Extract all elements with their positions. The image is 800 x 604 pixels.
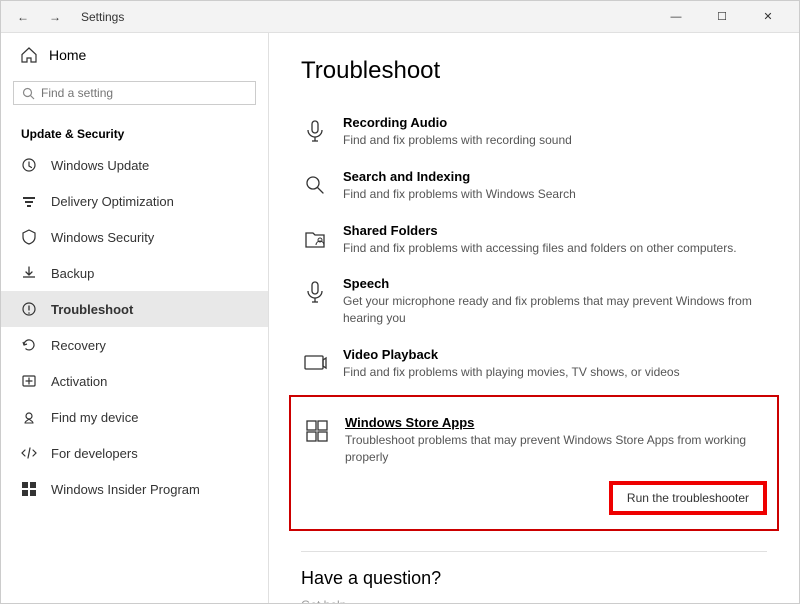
find-device-icon xyxy=(21,409,37,425)
windows-insider-label: Windows Insider Program xyxy=(51,482,200,497)
settings-window: ← → Settings — ☐ ✕ Home xyxy=(0,0,800,604)
nav-controls: ← → xyxy=(9,6,69,28)
windows-store-apps-icon xyxy=(303,417,331,445)
run-troubleshooter-button[interactable]: Run the troubleshooter xyxy=(611,483,765,513)
video-playback-icon xyxy=(301,349,329,377)
delivery-optimization-icon xyxy=(21,193,37,209)
search-indexing-title: Search and Indexing xyxy=(343,169,767,184)
run-btn-wrapper: Run the troubleshooter xyxy=(303,475,765,521)
sidebar-item-home[interactable]: Home xyxy=(1,33,268,77)
find-my-device-label: Find my device xyxy=(51,410,138,425)
backup-label: Backup xyxy=(51,266,94,281)
recording-audio-title: Recording Audio xyxy=(343,115,767,130)
maximize-button[interactable]: ☐ xyxy=(699,1,745,33)
windows-security-icon xyxy=(21,229,37,245)
search-indexing-item: Search and Indexing Find and fix problem… xyxy=(301,159,767,213)
search-input[interactable] xyxy=(41,86,247,100)
shared-folders-title: Shared Folders xyxy=(343,223,767,238)
home-label: Home xyxy=(49,47,86,63)
for-developers-label: For developers xyxy=(51,446,138,461)
close-button[interactable]: ✕ xyxy=(745,1,791,33)
sidebar-item-troubleshoot[interactable]: Troubleshoot xyxy=(1,291,268,327)
recovery-label: Recovery xyxy=(51,338,106,353)
window-controls: — ☐ ✕ xyxy=(653,1,791,33)
video-playback-desc: Find and fix problems with playing movie… xyxy=(343,364,767,381)
have-a-question-section: Have a question? Get help xyxy=(301,551,767,603)
shared-folders-desc: Find and fix problems with accessing fil… xyxy=(343,240,767,257)
activation-label: Activation xyxy=(51,374,107,389)
search-indexing-text: Search and Indexing Find and fix problem… xyxy=(343,169,767,203)
search-indexing-icon xyxy=(301,171,329,199)
video-playback-text: Video Playback Find and fix problems wit… xyxy=(343,347,767,381)
shared-folders-icon xyxy=(301,225,329,253)
recording-audio-desc: Find and fix problems with recording sou… xyxy=(343,132,767,149)
windows-store-apps-item: Windows Store Apps Troubleshoot problems… xyxy=(303,405,765,476)
recording-audio-item: Recording Audio Find and fix problems wi… xyxy=(301,105,767,159)
recording-audio-icon xyxy=(301,117,329,145)
page-title: Troubleshoot xyxy=(301,57,767,85)
shared-folders-item: Shared Folders Find and fix problems wit… xyxy=(301,213,767,267)
windows-store-apps-container: Windows Store Apps Troubleshoot problems… xyxy=(289,395,779,532)
speech-icon xyxy=(301,278,329,306)
search-box[interactable] xyxy=(13,81,256,105)
sidebar-item-find-my-device[interactable]: Find my device xyxy=(1,399,268,435)
speech-item: Speech Get your microphone ready and fix… xyxy=(301,266,767,337)
back-button[interactable]: ← xyxy=(9,6,37,28)
search-indexing-desc: Find and fix problems with Windows Searc… xyxy=(343,186,767,203)
troubleshoot-label: Troubleshoot xyxy=(51,302,133,317)
section-header: Update & Security xyxy=(1,117,268,147)
sidebar-item-recovery[interactable]: Recovery xyxy=(1,327,268,363)
sidebar-item-windows-security[interactable]: Windows Security xyxy=(1,219,268,255)
delivery-optimization-label: Delivery Optimization xyxy=(51,194,174,209)
windows-insider-icon xyxy=(21,481,37,497)
shared-folders-text: Shared Folders Find and fix problems wit… xyxy=(343,223,767,257)
sidebar-item-backup[interactable]: Backup xyxy=(1,255,268,291)
windows-update-label: Windows Update xyxy=(51,158,149,173)
video-playback-item: Video Playback Find and fix problems wit… xyxy=(301,337,767,391)
window-title: Settings xyxy=(77,10,653,24)
home-icon xyxy=(21,47,37,63)
speech-title: Speech xyxy=(343,276,767,291)
sidebar-item-for-developers[interactable]: For developers xyxy=(1,435,268,471)
troubleshoot-icon xyxy=(21,301,37,317)
speech-text: Speech Get your microphone ready and fix… xyxy=(343,276,767,327)
windows-store-apps-title: Windows Store Apps xyxy=(345,415,765,430)
titlebar: ← → Settings — ☐ ✕ xyxy=(1,1,799,33)
backup-icon xyxy=(21,265,37,281)
sidebar-item-windows-insider[interactable]: Windows Insider Program xyxy=(1,471,268,507)
windows-security-label: Windows Security xyxy=(51,230,154,245)
developers-icon xyxy=(21,445,37,461)
get-help-link[interactable]: Get help xyxy=(301,598,346,603)
forward-button[interactable]: → xyxy=(41,6,69,28)
video-playback-title: Video Playback xyxy=(343,347,767,362)
windows-store-apps-text: Windows Store Apps Troubleshoot problems… xyxy=(345,415,765,466)
windows-store-apps-desc: Troubleshoot problems that may prevent W… xyxy=(345,432,765,466)
activation-icon xyxy=(21,373,37,389)
question-title: Have a question? xyxy=(301,568,767,589)
minimize-button[interactable]: — xyxy=(653,1,699,33)
content-area: Home Update & Security Windows Up xyxy=(1,33,799,603)
recording-audio-text: Recording Audio Find and fix problems wi… xyxy=(343,115,767,149)
speech-desc: Get your microphone ready and fix proble… xyxy=(343,293,767,327)
main-content: Troubleshoot Recording Audio Find and fi… xyxy=(269,33,799,603)
search-icon xyxy=(22,87,35,100)
sidebar: Home Update & Security Windows Up xyxy=(1,33,269,603)
sidebar-item-delivery-optimization[interactable]: Delivery Optimization xyxy=(1,183,268,219)
sidebar-item-activation[interactable]: Activation xyxy=(1,363,268,399)
recovery-icon xyxy=(21,337,37,353)
sidebar-item-windows-update[interactable]: Windows Update xyxy=(1,147,268,183)
windows-update-icon xyxy=(21,157,37,173)
